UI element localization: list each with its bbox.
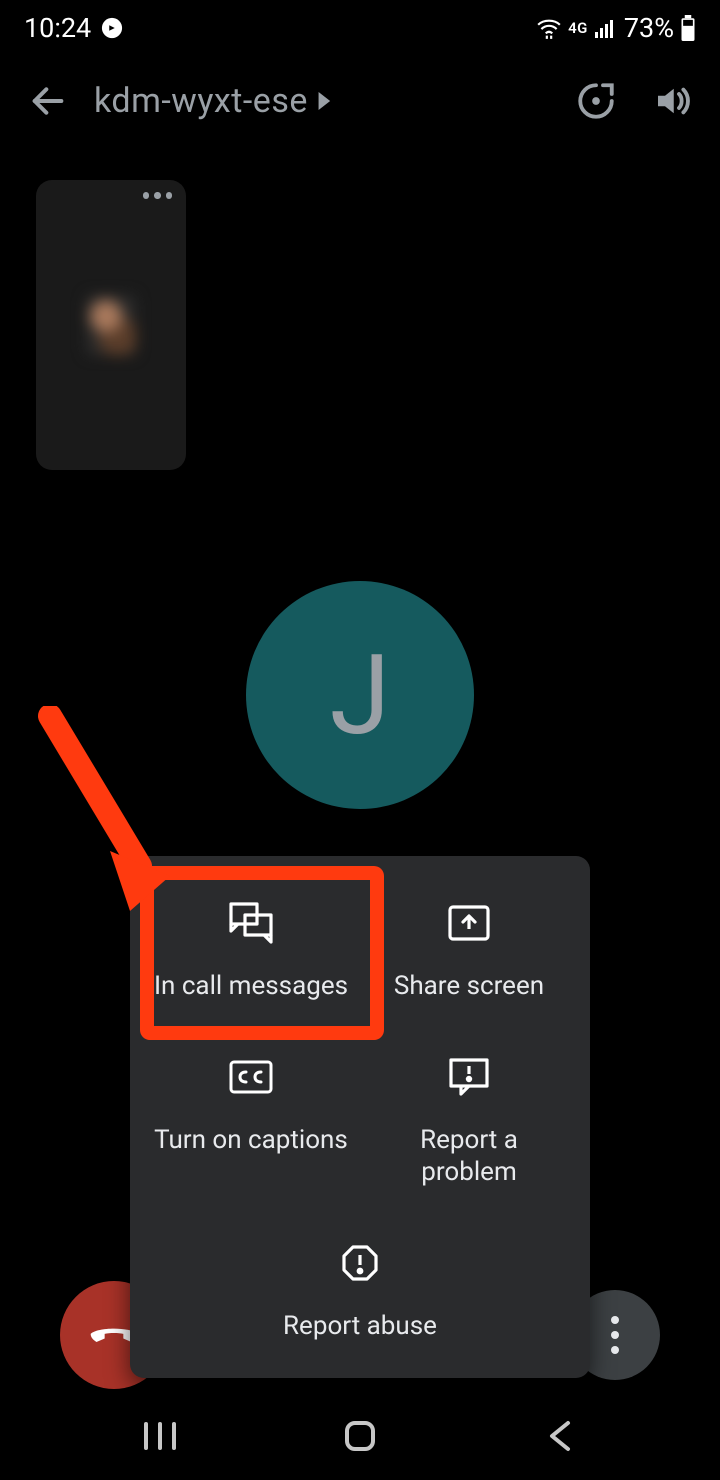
volume-icon [651, 80, 693, 122]
home-icon [342, 1418, 378, 1454]
wifi-icon [536, 17, 562, 39]
nav-home-button[interactable] [320, 1406, 400, 1466]
self-tile-more-button[interactable] [143, 192, 173, 199]
status-right: 4G 73% [536, 12, 696, 44]
menu-label: Share screen [394, 970, 544, 1002]
battery-icon [680, 15, 696, 41]
meeting-code: kdm-wyxt-ese [94, 81, 308, 121]
report-abuse-icon [340, 1240, 380, 1286]
status-time: 10:24 [24, 12, 91, 44]
arrow-left-icon [28, 81, 68, 121]
menu-share-screen[interactable]: Share screen [360, 886, 578, 1012]
avatar-letter: J [330, 631, 391, 760]
menu-label: Report abuse [283, 1310, 437, 1342]
feedback-icon [447, 1054, 491, 1100]
app-bar: kdm-wyxt-ese [0, 56, 720, 146]
switch-camera-button[interactable] [566, 71, 626, 131]
nav-recents-button[interactable] [120, 1406, 200, 1466]
meeting-title[interactable]: kdm-wyxt-ese [94, 81, 550, 121]
chevron-left-icon [546, 1419, 574, 1453]
menu-report-abuse[interactable]: Report abuse [142, 1226, 578, 1352]
status-bar: 10:24 4G 73% [0, 0, 720, 56]
duo-icon [101, 17, 123, 39]
menu-label: Turn on captions [154, 1124, 348, 1156]
volume-button[interactable] [642, 71, 702, 131]
main-area: J In call messages [0, 146, 720, 1400]
signal-icon [594, 18, 618, 38]
switch-camera-icon [575, 80, 617, 122]
chat-icon [227, 900, 275, 946]
system-nav-bar [0, 1400, 720, 1480]
more-options-menu: In call messages Share screen [130, 856, 590, 1378]
menu-in-call-messages[interactable]: In call messages [142, 886, 360, 1012]
menu-report-problem[interactable]: Report a problem [360, 1040, 578, 1198]
chevron-right-icon [318, 92, 332, 110]
self-view-blurred-thumbnail [86, 295, 136, 355]
menu-turn-on-captions[interactable]: Turn on captions [142, 1040, 360, 1198]
network-label: 4G [568, 19, 588, 37]
closed-captions-icon [228, 1054, 274, 1100]
participant-avatar: J [246, 581, 474, 809]
menu-label: Report a problem [404, 1124, 534, 1188]
back-button[interactable] [18, 71, 78, 131]
nav-back-button[interactable] [520, 1406, 600, 1466]
battery-percent: 73% [624, 12, 674, 44]
status-left: 10:24 [24, 12, 123, 44]
self-view-tile[interactable] [36, 180, 186, 470]
recents-icon [142, 1420, 178, 1452]
menu-label: In call messages [154, 970, 348, 1002]
share-screen-icon [447, 900, 491, 946]
